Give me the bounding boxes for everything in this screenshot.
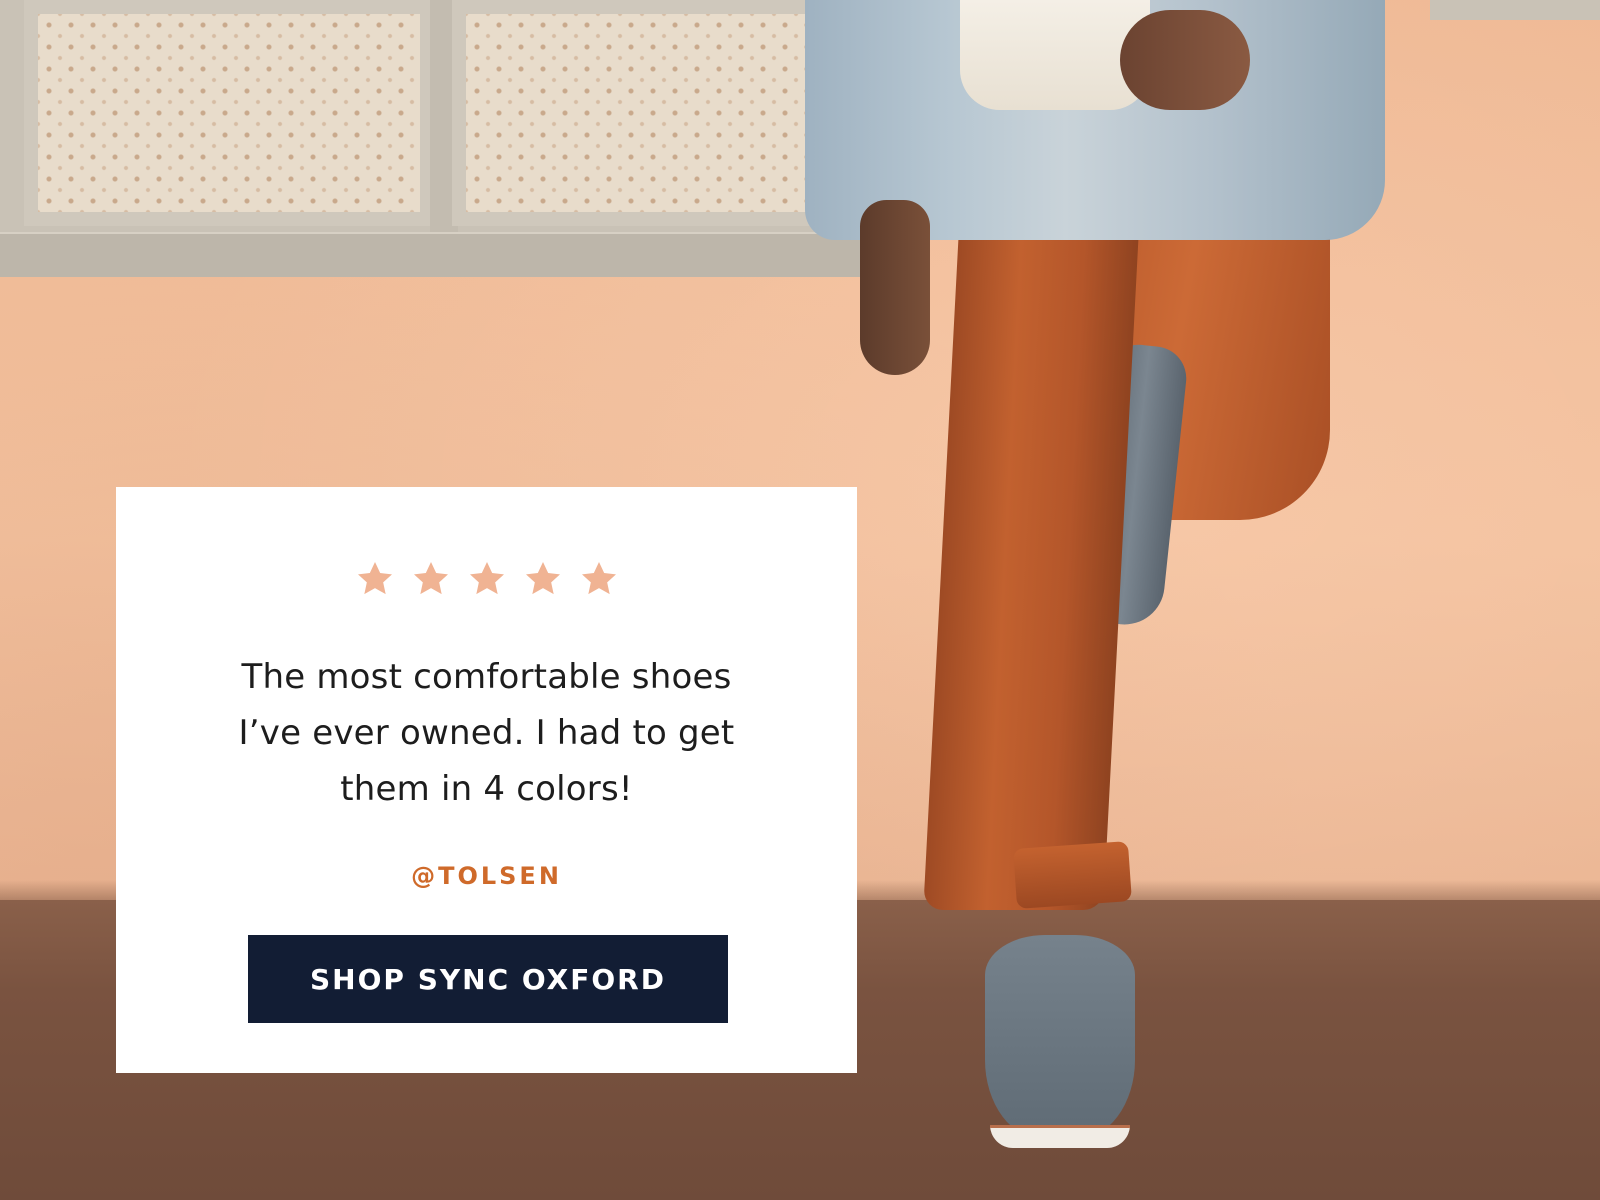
window-pane [24,0,434,226]
star-icon [411,559,451,599]
star-icon [523,559,563,599]
shop-sync-oxford-button[interactable]: SHOP SYNC OXFORD [248,935,728,1023]
star-icon [355,559,395,599]
review-quote-line: I’ve ever owned. I had to get [238,713,735,753]
model-arm [860,200,930,375]
pant-cuff [1013,841,1132,909]
review-author: @TOLSEN [411,862,562,890]
star-rating [116,559,857,599]
review-card: The most comfortable shoes I’ve ever own… [116,487,857,1073]
window-frame-right [1430,0,1600,20]
review-quote-line: The most comfortable shoes [241,657,732,697]
window-pane [452,0,852,226]
window [0,0,880,277]
window-sill [0,232,880,277]
model-hand [1120,10,1250,110]
planted-shoe [985,935,1135,1140]
star-icon [467,559,507,599]
star-icon [579,559,619,599]
shoe-sole [990,1125,1130,1148]
review-quote: The most comfortable shoes I’ve ever own… [196,649,777,817]
review-quote-line: them in 4 colors! [340,769,633,809]
